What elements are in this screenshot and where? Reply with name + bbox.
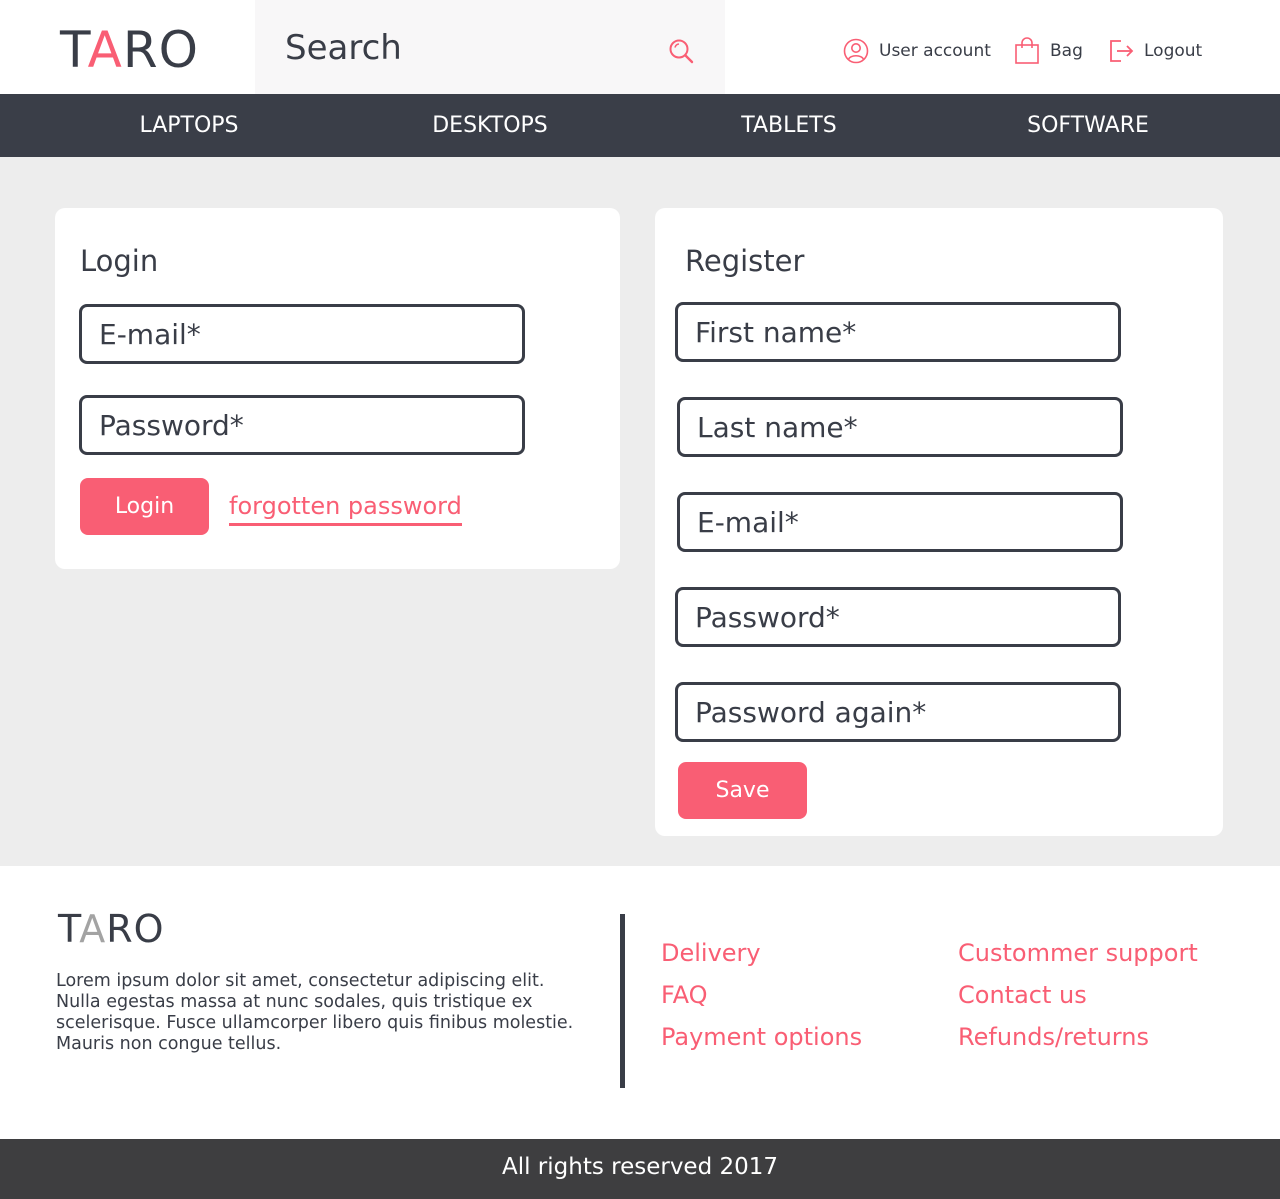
copyright-text: All rights reserved 2017	[501, 1154, 779, 1180]
forgotten-password-link[interactable]: forgotten password	[229, 491, 462, 526]
footer-link-contact-us[interactable]: Contact us	[958, 980, 1087, 1010]
header: TARO User account Bag Logout	[0, 0, 1280, 94]
register-last-name-field[interactable]	[677, 397, 1123, 457]
footer-logo[interactable]: TARO	[58, 908, 165, 950]
footer-link-faq[interactable]: FAQ	[661, 980, 708, 1010]
login-email-field[interactable]	[79, 304, 525, 364]
register-password-field[interactable]	[675, 587, 1121, 647]
bag-link[interactable]: Bag	[1014, 36, 1083, 66]
footer-link-delivery[interactable]: Delivery	[661, 938, 761, 968]
footer-link-customer-support[interactable]: Custommer support	[958, 938, 1198, 968]
user-icon	[843, 38, 869, 64]
footer: TARO Lorem ipsum dolor sit amet, consect…	[0, 866, 1280, 1139]
user-account-link[interactable]: User account	[843, 36, 991, 66]
logout-label: Logout	[1144, 41, 1203, 61]
logo-letter-a: A	[87, 21, 123, 79]
login-title: Login	[80, 244, 159, 278]
footer-link-payment-options[interactable]: Payment options	[661, 1022, 862, 1052]
footer-divider	[620, 914, 625, 1088]
shopping-bag-icon	[1015, 37, 1039, 64]
category-nav: LAPTOPS DESKTOPS TABLETS SOFTWARE	[0, 94, 1280, 157]
footer-description: Lorem ipsum dolor sit amet, consectetur …	[56, 971, 574, 1054]
login-card: Login Login forgotten password	[55, 208, 620, 569]
footer-logo-letter-a: A	[79, 907, 107, 951]
logo-letters-ro: RO	[122, 21, 199, 79]
footer-logo-letter-t: T	[58, 907, 80, 951]
footer-logo-letters-ro: RO	[106, 907, 165, 951]
nav-item-desktops[interactable]: DESKTOPS	[360, 94, 620, 157]
nav-item-tablets[interactable]: TABLETS	[659, 94, 919, 157]
register-password-again-field[interactable]	[675, 682, 1121, 742]
logout-icon	[1110, 40, 1134, 62]
save-button[interactable]: Save	[678, 762, 807, 819]
footer-link-refunds-returns[interactable]: Refunds/returns	[958, 1022, 1149, 1052]
login-password-field[interactable]	[79, 395, 525, 455]
copyright-bar: All rights reserved 2017	[0, 1139, 1280, 1199]
search-icon[interactable]	[668, 38, 694, 64]
logo-letter-t: T	[60, 21, 88, 79]
nav-item-software[interactable]: SOFTWARE	[958, 94, 1218, 157]
register-card: Register Save	[655, 208, 1223, 836]
register-first-name-field[interactable]	[675, 302, 1121, 362]
login-button[interactable]: Login	[80, 478, 209, 535]
main-content: Login Login forgotten password Register …	[0, 157, 1280, 866]
search-bar	[255, 0, 725, 94]
register-title: Register	[685, 244, 805, 278]
bag-label: Bag	[1050, 41, 1083, 61]
user-account-label: User account	[879, 41, 991, 61]
logout-link[interactable]: Logout	[1108, 36, 1202, 66]
nav-item-laptops[interactable]: LAPTOPS	[59, 94, 319, 157]
search-input[interactable]	[285, 24, 655, 72]
taro-logo[interactable]: TARO	[60, 22, 199, 78]
register-email-field[interactable]	[677, 492, 1123, 552]
